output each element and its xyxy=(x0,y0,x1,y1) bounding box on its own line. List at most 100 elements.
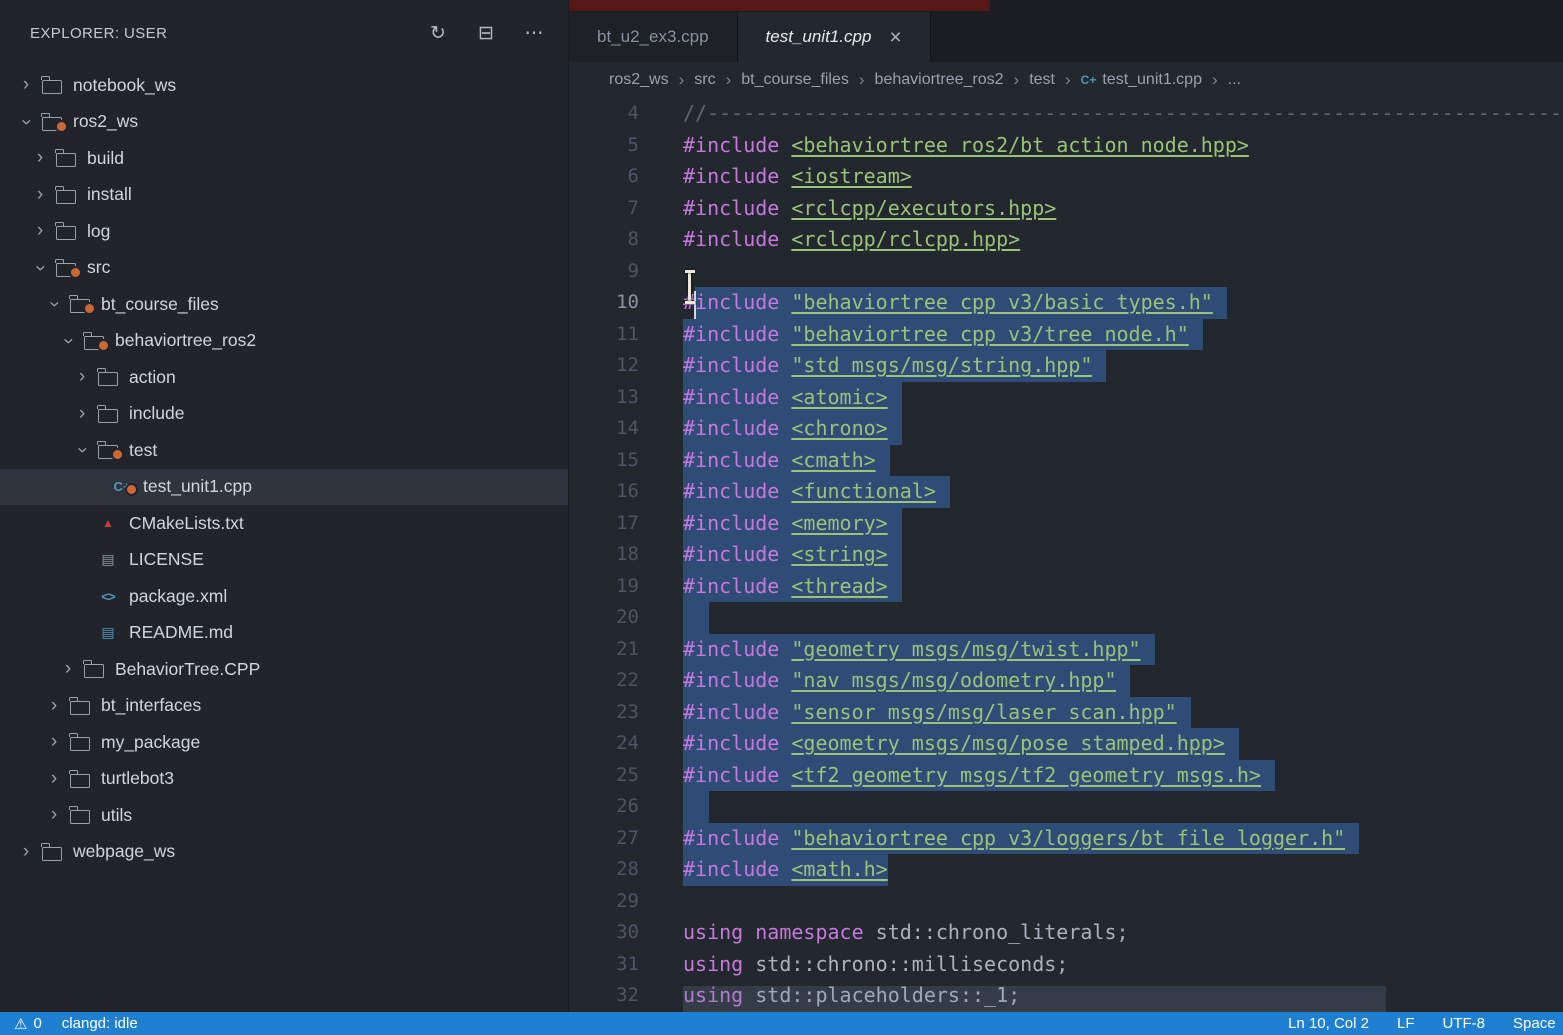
code-token: <string> xyxy=(791,539,887,571)
breadcrumb-separator: › xyxy=(852,70,872,90)
code-text: #include <memory> xyxy=(683,508,902,540)
line-number: 27 xyxy=(569,823,639,855)
cursor-position[interactable]: Ln 10, Col 2 xyxy=(1288,1015,1369,1032)
tree-item-include[interactable]: ›include xyxy=(0,396,568,433)
tree-item-action[interactable]: ›action xyxy=(0,359,568,396)
code-token: <atomic> xyxy=(791,382,887,414)
tab-bt_u2_ex3-cpp[interactable]: bt_u2_ex3.cpp xyxy=(569,12,738,62)
tree-item-install[interactable]: ›install xyxy=(0,177,568,214)
code-token xyxy=(779,287,791,319)
breadcrumb-item-ros2-ws[interactable]: ros2_ws xyxy=(606,71,672,89)
selection-newline-stub xyxy=(683,602,709,634)
git-modified-dot xyxy=(97,339,110,352)
code-token: "behaviortree_cpp_v3/loggers/bt_file_log… xyxy=(791,823,1345,855)
code-token: #include xyxy=(683,697,779,729)
tree-item-cmakelists-txt[interactable]: ▲CMakeLists.txt xyxy=(0,505,568,542)
refresh-icon[interactable]: ↻ xyxy=(426,22,450,45)
tree-item-behaviortree-cpp[interactable]: ›BehaviorTree.CPP xyxy=(0,651,568,688)
tree-item-my-package[interactable]: ›my_package xyxy=(0,724,568,761)
code-text: #include "behaviortree_cpp_v3/loggers/bt… xyxy=(683,823,1359,855)
code-token: <chrono> xyxy=(791,413,887,445)
status-left: ⚠ 0 clangd: idle xyxy=(14,1015,138,1033)
breadcrumb-item-test-unit1-cpp[interactable]: C+test_unit1.cpp xyxy=(1078,71,1205,89)
tree-item-webpage-ws[interactable]: ›webpage_ws xyxy=(0,834,568,871)
code-token xyxy=(743,917,755,949)
lsp-status[interactable]: clangd: idle xyxy=(62,1015,138,1032)
code-token xyxy=(779,413,791,445)
warnings-status[interactable]: ⚠ 0 xyxy=(14,1015,42,1033)
code-token xyxy=(779,697,791,729)
code-text: using std::chrono::milliseconds; xyxy=(683,949,1068,981)
code-token xyxy=(779,224,791,256)
breadcrumb-item-src[interactable]: src xyxy=(691,71,718,89)
tree-item-log[interactable]: ›log xyxy=(0,213,568,250)
breadcrumb-item-[interactable]: ... xyxy=(1225,71,1244,89)
indentation-indicator[interactable]: Spaces: 4 xyxy=(1513,1015,1555,1032)
code-text: #include <chrono> xyxy=(683,413,902,445)
line-number: 11 xyxy=(569,319,639,351)
line-number: 26 xyxy=(569,791,639,823)
encoding-indicator[interactable]: UTF-8 xyxy=(1443,1015,1486,1032)
folder-shape xyxy=(98,372,118,386)
tree-item-build[interactable]: ›build xyxy=(0,140,568,177)
chevron-right-icon: › xyxy=(28,220,52,242)
selection-newline-stub xyxy=(876,445,890,477)
breadcrumb-item-test[interactable]: test xyxy=(1026,71,1058,89)
tree-item-license[interactable]: ▤LICENSE xyxy=(0,542,568,579)
more-actions-icon[interactable]: ⋯ xyxy=(522,22,546,45)
code-token: #include xyxy=(683,823,779,855)
close-icon[interactable]: × xyxy=(889,27,901,48)
file-tree: ›notebook_ws›ros2_ws›build›install›log›s… xyxy=(0,67,568,870)
code-line-23: 23#include "sensor_msgs/msg/laser_scan.h… xyxy=(569,697,1563,729)
code-token xyxy=(779,665,791,697)
folder-icon xyxy=(66,295,94,313)
chevron-right-icon: › xyxy=(42,804,66,826)
code-token: #include xyxy=(683,445,779,477)
line-number: 24 xyxy=(569,728,639,760)
tree-item-test[interactable]: ›test xyxy=(0,432,568,469)
breadcrumb-item-bt-course-files[interactable]: bt_course_files xyxy=(738,71,852,89)
tab-bar: bt_u2_ex3.cpp test_unit1.cpp × xyxy=(569,0,1563,62)
folder-shape xyxy=(56,190,76,204)
code-token: <memory> xyxy=(791,508,887,540)
tree-item-notebook-ws[interactable]: ›notebook_ws xyxy=(0,67,568,104)
code-text: #include <geometry_msgs/msg/pose_stamped… xyxy=(683,728,1239,760)
folder-icon xyxy=(66,733,94,751)
breadcrumb-label: test_unit1.cpp xyxy=(1102,71,1202,89)
chevron-right-icon: › xyxy=(56,658,80,680)
folder-shape xyxy=(56,226,76,240)
code-token: #include xyxy=(683,161,779,193)
folder-shape xyxy=(70,737,90,751)
tree-item-readme-md[interactable]: ▤README.md xyxy=(0,615,568,652)
selection-newline-stub xyxy=(1092,350,1106,382)
selection-newline-stub xyxy=(1116,665,1130,697)
code-token: "nav_msgs/msg/odometry.hpp" xyxy=(791,665,1116,697)
code-line-5: 5#include <behaviortree_ros2/bt_action_n… xyxy=(569,130,1563,162)
code-editor[interactable]: 4//-------------------------------------… xyxy=(569,98,1563,1012)
chevron-right-icon: › xyxy=(28,184,52,206)
line-number: 21 xyxy=(569,634,639,666)
explorer-sidebar: EXPLORER: USER ↻ ⊟ ⋯ ›notebook_ws›ros2_w… xyxy=(0,0,569,1012)
tree-item-src[interactable]: ›src xyxy=(0,250,568,287)
tree-item-behaviortree-ros2[interactable]: ›behaviortree_ros2 xyxy=(0,323,568,360)
code-token: #include xyxy=(683,854,779,886)
tree-item-ros2-ws[interactable]: ›ros2_ws xyxy=(0,104,568,141)
eol-indicator[interactable]: LF xyxy=(1397,1015,1415,1032)
xml-file-icon: <> xyxy=(94,589,122,604)
collapse-folders-icon[interactable]: ⊟ xyxy=(474,22,498,45)
code-token: using xyxy=(683,949,743,981)
breadcrumb-label: src xyxy=(694,71,715,89)
tree-item-test-unit1-cpp[interactable]: C+test_unit1.cpp xyxy=(0,469,568,506)
tree-item-turtlebot3[interactable]: ›turtlebot3 xyxy=(0,761,568,798)
code-text: #include "sensor_msgs/msg/laser_scan.hpp… xyxy=(683,697,1191,729)
line-number: 6 xyxy=(569,161,639,193)
selection-newline-stub xyxy=(1177,697,1191,729)
breadcrumb-item-behaviortree-ros2[interactable]: behaviortree_ros2 xyxy=(872,71,1007,89)
tree-item-bt-interfaces[interactable]: ›bt_interfaces xyxy=(0,688,568,725)
tree-item-utils[interactable]: ›utils xyxy=(0,797,568,834)
tree-item-bt-course-files[interactable]: ›bt_course_files xyxy=(0,286,568,323)
tree-item-package-xml[interactable]: <>package.xml xyxy=(0,578,568,615)
breadcrumb-separator: › xyxy=(1007,70,1027,90)
horizontal-scrollbar[interactable] xyxy=(683,986,1386,1012)
tab-test_unit1-cpp[interactable]: test_unit1.cpp × xyxy=(738,12,931,62)
